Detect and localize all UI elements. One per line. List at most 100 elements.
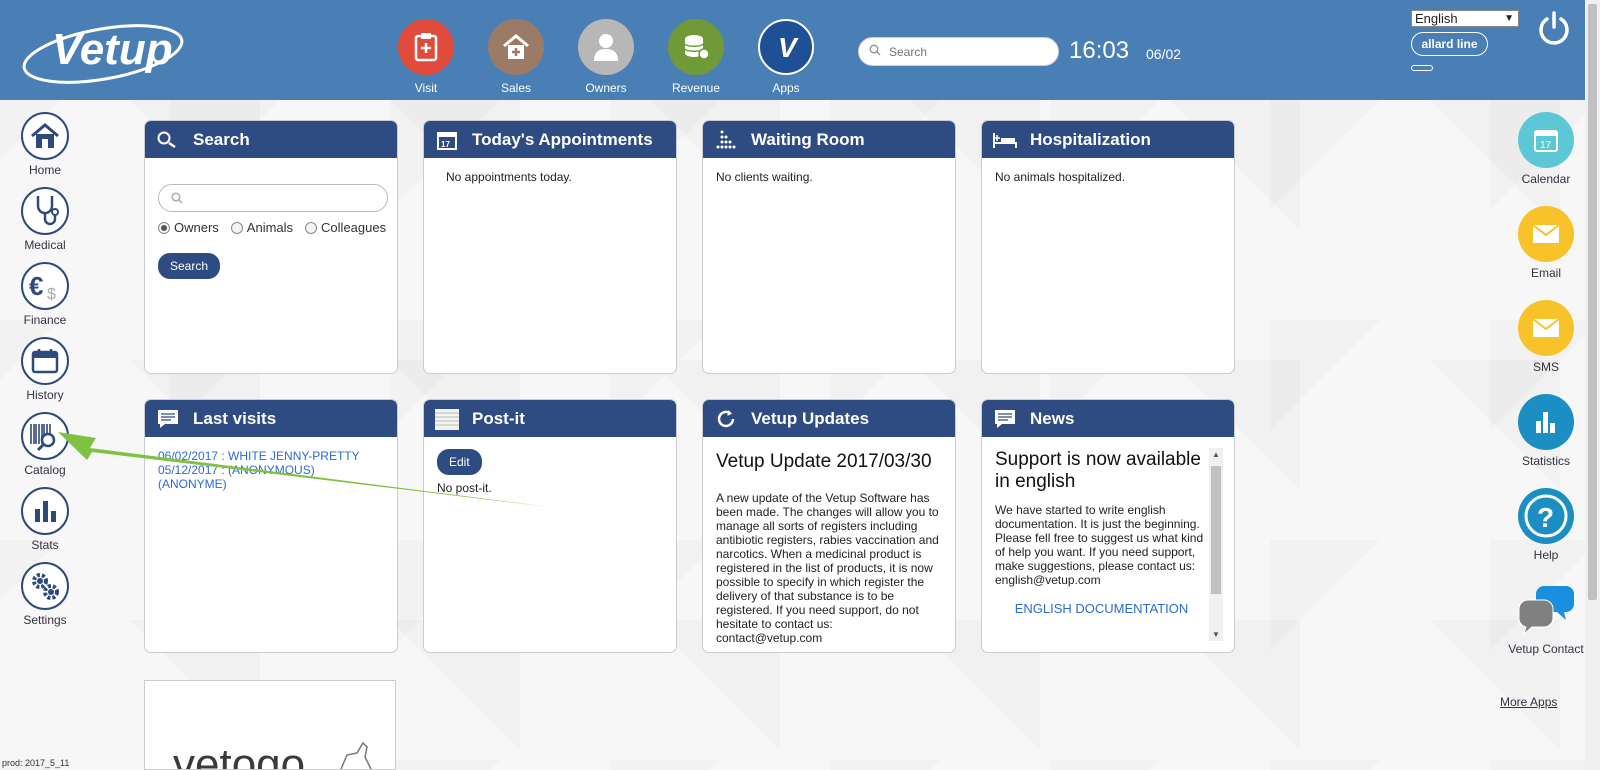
sidebar-item-home[interactable]: Home (20, 112, 70, 187)
vetogo-logo-text: vetogo (173, 740, 305, 770)
vetogo-banner[interactable]: vetogo (144, 680, 396, 770)
app-calendar[interactable]: 17 Calendar (1506, 112, 1586, 206)
waiting-empty-text: No clients waiting. (716, 170, 813, 184)
calendar-icon: 17 (1518, 112, 1574, 168)
hospitalization-empty-text: No animals hospitalized. (995, 170, 1126, 184)
last-visits-panel-title: Last visits (193, 408, 277, 428)
waiting-panel-title: Waiting Room (751, 129, 865, 149)
app-help[interactable]: ? Help (1506, 488, 1586, 582)
radio-animals-label: Animals (246, 220, 294, 235)
nav-apps[interactable]: V Apps (758, 19, 814, 95)
app-sms[interactable]: SMS (1506, 300, 1586, 394)
appointments-panel-title: Today's Appointments (472, 129, 653, 149)
radio-owners[interactable]: Owners (158, 220, 219, 235)
news-panel-header: News (982, 400, 1234, 437)
language-select[interactable]: English ▼ (1411, 10, 1519, 27)
sidebar-item-catalog[interactable]: Catalog (20, 412, 70, 487)
app-vetup-contact[interactable]: Vetup Contact (1506, 582, 1586, 676)
home-icon (21, 112, 69, 160)
search-icon (171, 192, 183, 204)
last-visit-row[interactable]: 05/12/2017 : (ANONYMOUS) (ANONYME) (158, 463, 384, 491)
stethoscope-icon (21, 187, 69, 235)
power-icon[interactable] (1537, 10, 1571, 46)
clock-time: 16:03 (1069, 37, 1130, 64)
nav-visit[interactable]: Visit (398, 19, 454, 95)
search-panel-title: Search (193, 129, 250, 149)
radio-owners-dot[interactable] (158, 221, 170, 234)
radio-animals[interactable]: Animals (230, 220, 294, 235)
store-icon (488, 19, 544, 75)
sidebar-item-settings[interactable]: Settings (20, 562, 70, 637)
app-sms-label: SMS (1532, 360, 1559, 374)
sidebar-history-label: History (26, 388, 64, 402)
search-panel: Search Owners Animals Colleagues Search (144, 120, 398, 374)
app-statistics-label: Statistics (1521, 454, 1570, 468)
sidebar-item-history[interactable]: History (20, 337, 70, 412)
app-vetup-contact-label: Vetup Contact (1508, 642, 1584, 656)
radio-colleagues[interactable]: Colleagues (305, 220, 386, 235)
svg-text:$: $ (47, 286, 56, 301)
scroll-up-icon[interactable]: ▲ (1212, 450, 1220, 459)
postit-edit-button[interactable]: Edit (437, 449, 482, 475)
updates-panel: Vetup Updates Vetup Update 2017/03/30 A … (702, 399, 956, 653)
news-scroll-thumb[interactable] (1211, 466, 1221, 594)
news-scrollbar[interactable]: ▲ ▼ (1209, 448, 1223, 641)
language-value: English (1415, 11, 1458, 26)
sidebar-item-medical[interactable]: Medical (20, 187, 70, 262)
app-statistics[interactable]: Statistics (1506, 394, 1586, 488)
page-scroll-thumb[interactable] (1588, 4, 1597, 600)
statistics-icon (1518, 394, 1574, 450)
top-header: Vetup Visit Sales Owners Revenue V Apps … (0, 0, 1585, 100)
nav-revenue[interactable]: Revenue (668, 19, 724, 95)
update-heading: Vetup Update 2017/03/30 (716, 451, 932, 472)
update-body: A new update of the Vetup Software has b… (716, 491, 939, 645)
app-help-label: Help (1533, 548, 1559, 562)
waiting-panel-header: Waiting Room (703, 121, 955, 158)
bed-icon (992, 129, 1018, 151)
coins-icon (668, 19, 724, 75)
search-submit-button[interactable]: Search (158, 253, 221, 279)
search-icon (869, 44, 881, 59)
header-search[interactable] (858, 37, 1059, 66)
sidebar-item-finance[interactable]: € $ Finance (20, 262, 70, 337)
appointments-panel-header: 17 Today's Appointments (424, 121, 676, 158)
app-email-label: Email (1530, 266, 1561, 280)
radio-animals-dot[interactable] (230, 221, 243, 234)
more-apps-link[interactable]: More Apps (1500, 695, 1557, 709)
postit-empty-text: No post-it. (437, 481, 492, 495)
radio-owners-label: Owners (174, 220, 219, 235)
last-visit-row[interactable]: 06/02/2017 : WHITE JENNY-PRETTY (158, 449, 384, 463)
nav-apps-label: Apps (772, 81, 800, 95)
sidebar-catalog-label: Catalog (24, 463, 66, 477)
user-button[interactable]: allard line (1411, 32, 1488, 56)
sidebar-medical-label: Medical (24, 238, 66, 252)
scroll-down-icon[interactable]: ▼ (1212, 630, 1220, 639)
app-email[interactable]: Email (1506, 206, 1586, 300)
appointments-panel: 17 Today's Appointments No appointments … (423, 120, 677, 374)
english-documentation-link[interactable]: ENGLISH DOCUMENTATION (995, 601, 1208, 616)
comment-icon (155, 408, 181, 430)
chat-bubbles-icon (1516, 582, 1576, 638)
news-body: We have started to write english documen… (995, 503, 1204, 587)
gears-icon (21, 562, 69, 610)
nav-owners[interactable]: Owners (578, 19, 634, 95)
small-toggle-button[interactable] (1411, 65, 1433, 71)
nav-owners-label: Owners (585, 81, 627, 95)
currency-icon: € $ (21, 262, 69, 310)
vetup-logo[interactable]: Vetup (18, 14, 188, 84)
page-scrollbar[interactable] (1585, 0, 1600, 770)
svg-text:17: 17 (441, 140, 450, 149)
hospitalization-panel: Hospitalization No animals hospitalized. (981, 120, 1235, 374)
last-visits-panel: Last visits 06/02/2017 : WHITE JENNY-PRE… (144, 399, 398, 653)
refresh-icon (713, 408, 739, 430)
sidebar-item-stats[interactable]: Stats (20, 487, 70, 562)
bar-chart-icon (21, 487, 69, 535)
clock-date: 06/02 (1146, 46, 1182, 62)
calendar-history-icon (21, 337, 69, 385)
panel-search-input[interactable] (158, 184, 388, 212)
radio-colleagues-dot[interactable] (305, 221, 318, 234)
sidebar-finance-label: Finance (23, 313, 67, 327)
nav-sales[interactable]: Sales (488, 19, 544, 95)
right-nav: 17 Calendar Email SMS Statistics ? Help … (1506, 112, 1586, 676)
header-search-input[interactable] (889, 44, 1049, 59)
